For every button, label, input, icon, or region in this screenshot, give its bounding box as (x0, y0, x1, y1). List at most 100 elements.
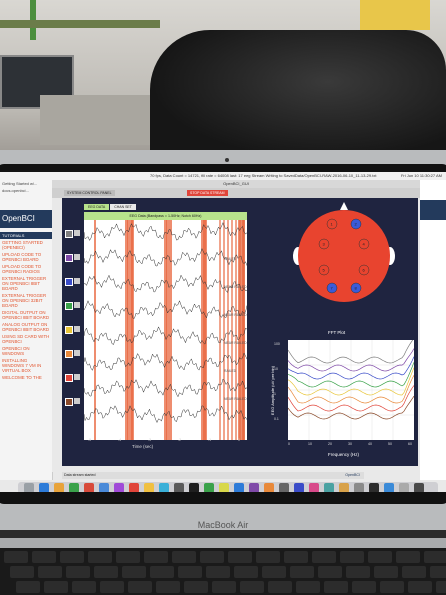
keyboard-key (368, 551, 392, 563)
nav-item[interactable]: OPENBCI ON WINDOWS (0, 345, 52, 357)
browser-sidebar: Getting Started w/... docs.openbci... Op… (0, 180, 53, 480)
dock-app-icon[interactable] (324, 483, 334, 492)
tab-chan-set[interactable]: CHAN SET (110, 204, 136, 210)
channel-impedance-toggle[interactable] (74, 398, 80, 404)
dock-app-icon[interactable] (144, 483, 154, 492)
channel-color-toggle[interactable] (65, 374, 73, 382)
dock-app-icon[interactable] (54, 483, 64, 492)
channel-color-toggle[interactable] (65, 398, 73, 406)
keyboard-key (116, 551, 140, 563)
dock-app-icon[interactable] (114, 483, 124, 492)
fft-x-tick: 10 (308, 442, 312, 446)
dock-app-icon[interactable] (399, 483, 409, 492)
nav-item[interactable]: EXTERNAL TRIGGER ON OPENBCI 32BIT BOARD (0, 292, 52, 309)
channel-color-toggle[interactable] (65, 278, 73, 286)
dock-app-icon[interactable] (84, 483, 94, 492)
dock-app-icon[interactable] (159, 483, 169, 492)
channel-impedance-toggle[interactable] (74, 326, 80, 332)
mac-dock (18, 482, 438, 492)
stop-stream-button[interactable]: STOP DATA STREAM (187, 190, 228, 196)
channel-impedance-toggle[interactable] (74, 254, 80, 260)
channel-impedance-toggle[interactable] (74, 278, 80, 284)
nav-item[interactable]: GETTING STARTED (OPENBCI) (0, 239, 52, 251)
dock-app-icon[interactable] (129, 483, 139, 492)
channel-color-toggle[interactable] (65, 230, 73, 238)
dock-app-icon[interactable] (174, 483, 184, 492)
channel-color-toggle[interactable] (65, 326, 73, 334)
nav-item[interactable]: WELCOME TO THE (0, 374, 52, 381)
keyboard-key (346, 566, 370, 578)
fft-x-tick: 40 (368, 442, 372, 446)
channel-impedance-toggle[interactable] (74, 230, 80, 236)
nav-item[interactable]: EXTERNAL TRIGGER ON OPENBCI 8BIT BOARD (0, 275, 52, 292)
keyboard-key (178, 566, 202, 578)
channel-color-toggle[interactable] (65, 350, 73, 358)
nav-item[interactable]: UPLOAD CODE TO OPENBCI RADIOS (0, 263, 52, 275)
keyboard-key (324, 581, 348, 593)
nav-item[interactable]: ANALOG OUTPUT ON OPENBCI 8BIT BOARD (0, 321, 52, 333)
railed-artifact-band (243, 220, 245, 440)
browser-tab[interactable]: docs.openbci... (0, 187, 52, 194)
system-control-button[interactable]: SYSTEM CONTROL PANEL (64, 190, 115, 196)
nav-item[interactable]: USING SD CARD WITH OPENBCI (0, 333, 52, 345)
railed-indicator: NEAR RAILED (224, 313, 247, 317)
keyboard-key (122, 566, 146, 578)
dock-app-icon[interactable] (189, 483, 199, 492)
dock-app-icon[interactable] (39, 483, 49, 492)
eeg-x-tick: -4 (118, 438, 122, 442)
dock-app-icon[interactable] (99, 483, 109, 492)
eeg-x-tick: -3 (148, 438, 152, 442)
dock-app-icon[interactable] (249, 483, 259, 492)
dock-app-icon[interactable] (279, 483, 289, 492)
fft-y-tick: 0.1 (274, 417, 279, 421)
dock-app-icon[interactable] (414, 483, 424, 492)
dock-app-icon[interactable] (204, 483, 214, 492)
nav-item[interactable]: DIGITAL OUTPUT ON OPENBCI 8BIT BOARD (0, 309, 52, 321)
nav-item[interactable]: UPLOAD CODE TO OPENBCI BOARD (0, 251, 52, 263)
keyboard-key (234, 566, 258, 578)
keyboard-key (172, 551, 196, 563)
browser-tab[interactable]: Getting Started w/... (0, 180, 52, 187)
keyboard-key (72, 581, 96, 593)
laptop-screen: 70 fps, Data Count = 14721, fill rate = … (0, 172, 446, 492)
channel-impedance-toggle[interactable] (74, 302, 80, 308)
openbci-logo[interactable]: OpenBCI (0, 210, 52, 228)
nav-item[interactable]: INSTALLING WINDOWS 7 VM IN VIRTUAL BOX (0, 357, 52, 374)
dock-app-icon[interactable] (219, 483, 229, 492)
dock-app-icon[interactable] (234, 483, 244, 492)
keyboard-key (380, 581, 404, 593)
keyboard-key (396, 551, 420, 563)
fft-x-tick: 0 (288, 442, 290, 446)
dock-app-icon[interactable] (69, 483, 79, 492)
channel-color-toggle[interactable] (65, 302, 73, 310)
channel-impedance-toggle[interactable] (74, 374, 80, 380)
dock-app-icon[interactable] (354, 483, 364, 492)
app-brand: OpenBCI (345, 473, 360, 477)
railed-artifact-band (168, 220, 172, 440)
keyboard-key (94, 566, 118, 578)
keyboard-key (268, 581, 292, 593)
keyboard-key (88, 551, 112, 563)
eeg-panel: EEG DATA CHAN SET EEG Data (Bandpass = 1-… (62, 198, 262, 466)
channel-color-toggle[interactable] (65, 254, 73, 262)
dock-app-icon[interactable] (24, 483, 34, 492)
railed-artifact-band (223, 220, 225, 440)
dock-app-icon[interactable] (384, 483, 394, 492)
keyboard (0, 548, 446, 595)
railed-artifact-band (227, 220, 229, 440)
dock-app-icon[interactable] (294, 483, 304, 492)
keyboard-key (340, 551, 364, 563)
fft-plot-area (287, 337, 415, 440)
tab-eeg-data[interactable]: EEG DATA (84, 204, 110, 210)
dock-app-icon[interactable] (369, 483, 379, 492)
dock-app-icon[interactable] (339, 483, 349, 492)
page-header-block (420, 200, 446, 220)
keyboard-key (100, 581, 124, 593)
browser-right-content (420, 180, 446, 480)
channel-impedance-toggle[interactable] (74, 350, 80, 356)
black-backpack (150, 30, 446, 160)
fft-y-tick: 1 (274, 392, 276, 396)
keyboard-key (402, 566, 426, 578)
dock-app-icon[interactable] (264, 483, 274, 492)
dock-app-icon[interactable] (309, 483, 319, 492)
